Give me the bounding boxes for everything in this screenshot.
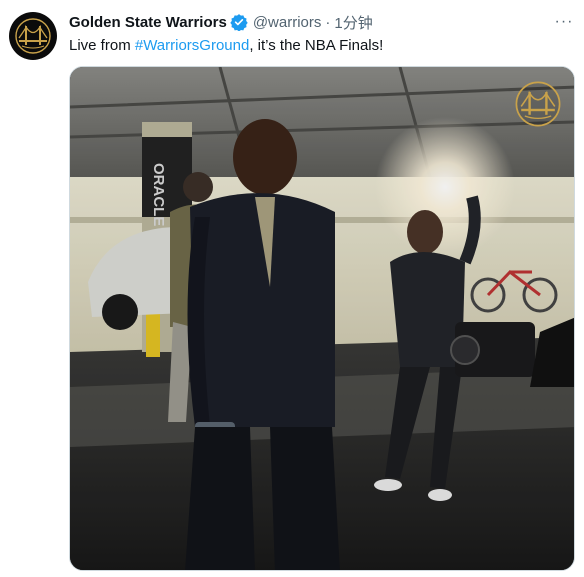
warriors-watermark-icon <box>514 80 562 128</box>
avatar[interactable] <box>9 12 57 60</box>
tweet-text: Live from #WarriorsGround, it’s the NBA … <box>69 36 383 56</box>
separator: · <box>325 13 331 31</box>
warriors-bridge-logo-icon <box>15 18 51 54</box>
display-name[interactable]: Golden State Warriors <box>69 14 227 31</box>
more-options-button[interactable]: ··· <box>552 10 576 34</box>
hashtag-link[interactable]: #WarriorsGround <box>135 37 249 54</box>
tweet-text-after: , it’s the NBA Finals! <box>249 37 384 54</box>
handle[interactable]: @warriors <box>253 14 322 31</box>
video-frame: ORACLE <box>70 67 574 570</box>
tweet-card[interactable]: Golden State Warriors @warriors · 1分钟 ··… <box>0 0 584 577</box>
timestamp[interactable]: 1分钟 <box>334 12 372 33</box>
more-icon: ··· <box>554 13 574 30</box>
video-player[interactable]: ORACLE <box>69 66 575 571</box>
verified-badge-icon <box>230 13 248 31</box>
tweet-text-before: Live from <box>69 37 135 54</box>
tweet-header: Golden State Warriors @warriors · 1分钟 <box>69 12 549 32</box>
